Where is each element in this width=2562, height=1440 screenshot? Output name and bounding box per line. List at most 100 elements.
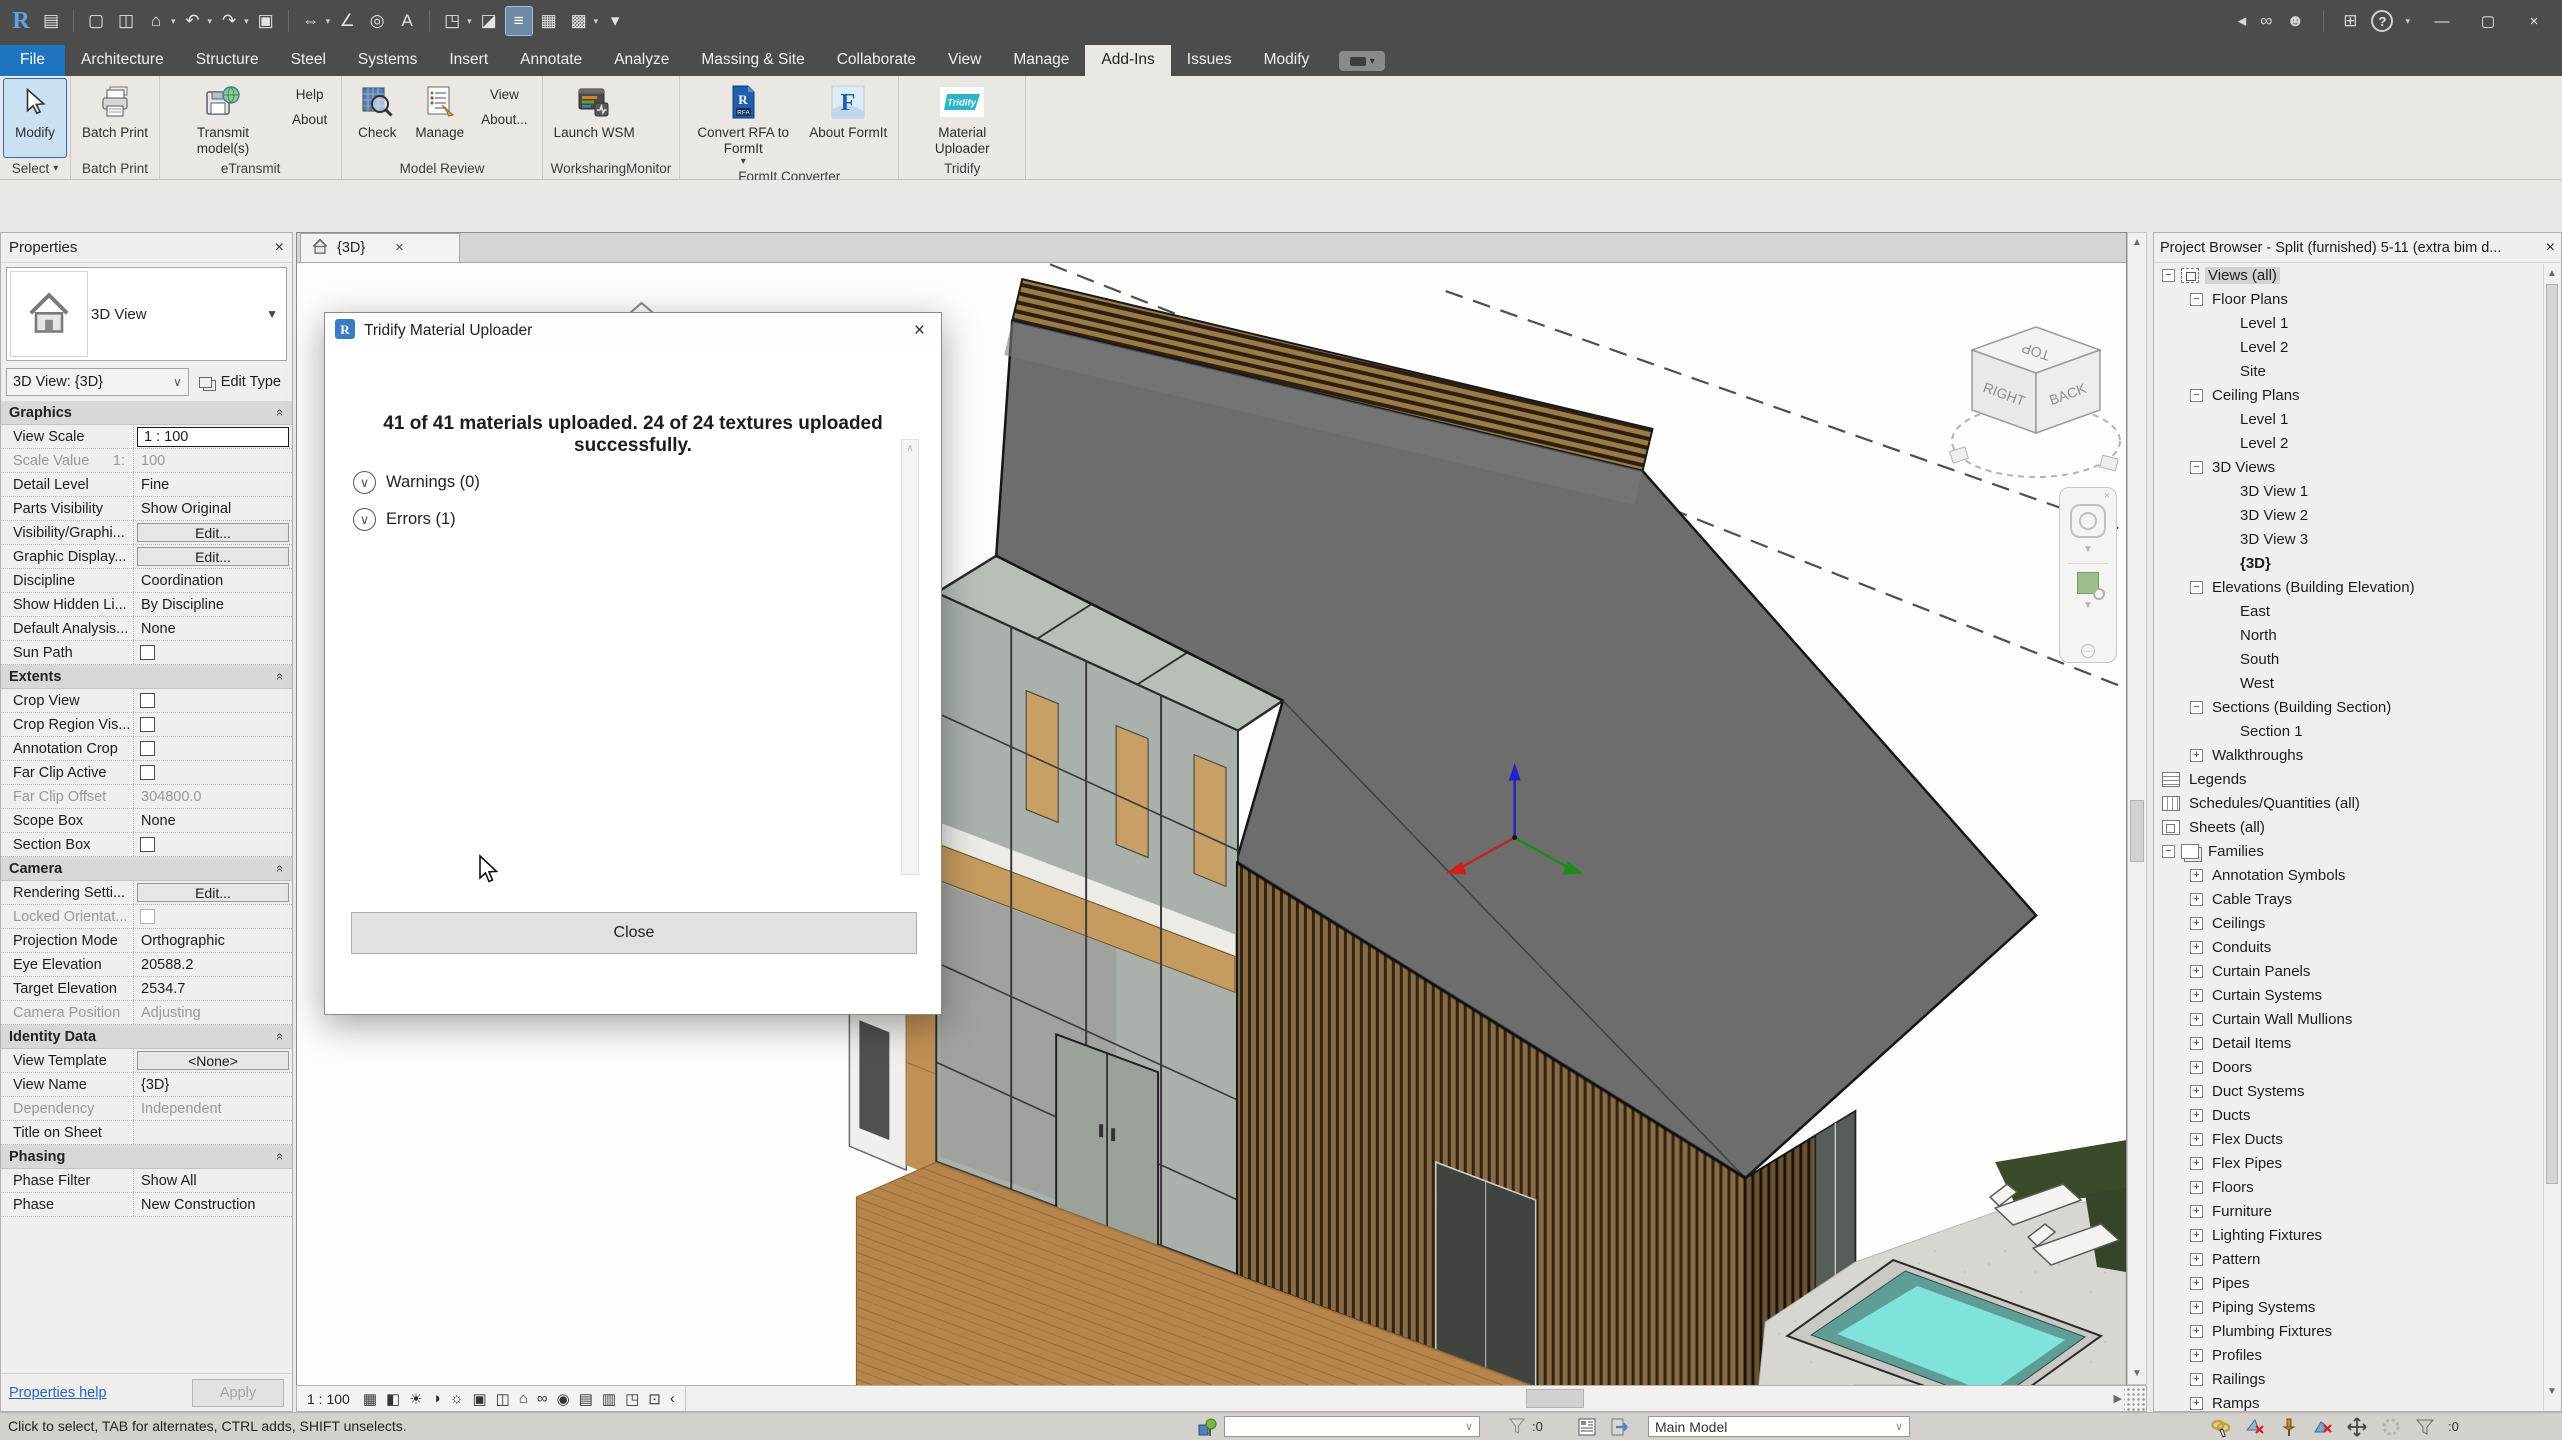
tree-item-curtain-panels[interactable]: +Curtain Panels	[2154, 959, 2561, 983]
aligned-dimension-icon[interactable]: ∠	[334, 7, 360, 35]
scroll-right-icon[interactable]: ▶	[2114, 1386, 2122, 1411]
modify-button[interactable]: Modify	[4, 79, 66, 157]
graphic-display-edit-button[interactable]: Edit...	[137, 547, 289, 566]
collapse-icon[interactable]: −	[2190, 581, 2203, 594]
drag-elements-on-selection-icon[interactable]	[2346, 1416, 2368, 1438]
ribbon-panel-label[interactable]: Select▾	[0, 157, 70, 179]
close-window[interactable]: ×	[2512, 6, 2556, 36]
about-formit-button[interactable]: FAbout FormIt	[802, 79, 894, 169]
collapse-icon[interactable]: −	[2190, 701, 2203, 714]
shadows-icon[interactable]: ◑	[432, 1390, 441, 1407]
select-pinned-elements-icon[interactable]	[2278, 1416, 2300, 1438]
tab-modify[interactable]: Modify	[1248, 45, 1326, 76]
sun-path-icon[interactable]: ☀	[409, 1390, 422, 1408]
about-button[interactable]: About...	[477, 110, 532, 129]
expand-icon[interactable]: +	[2190, 1061, 2203, 1074]
checkbox[interactable]	[140, 717, 155, 732]
editable-only-filter-icon[interactable]	[1506, 1416, 1528, 1438]
expand-icon[interactable]: +	[2190, 1325, 2203, 1338]
expand-icon[interactable]: +	[2190, 869, 2203, 882]
viewcube[interactable]: TOP RIGHT BACK	[1943, 311, 2126, 487]
ribbon-panel-label[interactable]: WorksharingMonitor	[543, 157, 680, 179]
expand-icon[interactable]: +	[2190, 989, 2203, 1002]
highlight-displacement-sets-icon[interactable]: ◳	[625, 1390, 639, 1408]
ribbon-panel-label[interactable]: Batch Print	[71, 157, 159, 179]
manage-button[interactable]: Manage	[408, 79, 471, 157]
check-button[interactable]: Check	[346, 79, 408, 157]
tree-item-duct-systems[interactable]: +Duct Systems	[2154, 1079, 2561, 1103]
view-button[interactable]: View	[477, 85, 532, 104]
collapse-icon[interactable]: «	[273, 673, 288, 680]
tab-architecture[interactable]: Architecture	[65, 45, 180, 76]
property-value-text[interactable]: Show Original	[137, 501, 231, 517]
tree-item-level-2[interactable]: Level 2	[2154, 431, 2561, 455]
close-icon[interactable]: ×	[395, 240, 403, 256]
help-icon[interactable]: ?	[2371, 10, 2393, 32]
collapse-icon[interactable]: «	[273, 865, 288, 872]
view-scale-control[interactable]: 1 : 100	[307, 1391, 350, 1407]
material-uploader-button[interactable]: TridifyMaterial Uploader	[903, 79, 1021, 158]
tree-item-curtain-wall-mullions[interactable]: +Curtain Wall Mullions	[2154, 1007, 2561, 1031]
close-button[interactable]: Close	[351, 912, 917, 954]
warnings-expander[interactable]: ∨ Warnings (0)	[353, 471, 941, 494]
tree-item-furniture[interactable]: +Furniture	[2154, 1199, 2561, 1223]
switch-windows-icon[interactable]: ▩	[566, 7, 592, 35]
collapse-icon[interactable]: −	[2190, 293, 2203, 306]
property-group-identity-data[interactable]: Identity Data«	[1, 1025, 292, 1049]
scroll-up-icon[interactable]: ▲	[2544, 264, 2560, 282]
background-processes-icon[interactable]	[2380, 1416, 2402, 1438]
tab-issues[interactable]: Issues	[1171, 45, 1248, 76]
tab-analyze[interactable]: Analyze	[598, 45, 685, 76]
text-note-icon[interactable]: A	[394, 7, 420, 35]
convert-rfa-button[interactable]: RRFAConvert RFA to FormIt▾	[684, 79, 802, 169]
tab-massing-site[interactable]: Massing & Site	[685, 45, 820, 76]
tree-item-cable-trays[interactable]: +Cable Trays	[2154, 887, 2561, 911]
tree-item-3d-views[interactable]: −3D Views	[2154, 455, 2561, 479]
property-value-text[interactable]: New Construction	[137, 1197, 255, 1213]
thin-lines-icon[interactable]: ≡	[506, 7, 532, 35]
expand-icon[interactable]: +	[2190, 1277, 2203, 1290]
tree-item-pipes[interactable]: +Pipes	[2154, 1271, 2561, 1295]
tree-item-site[interactable]: Site	[2154, 359, 2561, 383]
tab-add-ins[interactable]: Add-Ins	[1085, 45, 1170, 76]
tab-systems[interactable]: Systems	[342, 45, 433, 76]
collapse-icon[interactable]: −	[2190, 389, 2203, 402]
navigation-bar[interactable]: × ▼ ▼ −	[2059, 487, 2117, 663]
temporary-view-properties-icon[interactable]: ▤	[579, 1390, 593, 1408]
measure-icon[interactable]: ⇔	[298, 7, 324, 35]
tree-item-families[interactable]: −Families	[2154, 839, 2561, 863]
expand-icon[interactable]: +	[2190, 893, 2203, 906]
chevron-down-icon[interactable]: ▾	[741, 156, 746, 167]
sun-settings-icon[interactable]: ☼	[450, 1390, 464, 1407]
selection-filter-icon[interactable]	[2414, 1416, 2436, 1438]
tree-item-railings[interactable]: +Railings	[2154, 1367, 2561, 1391]
tree-item-profiles[interactable]: +Profiles	[2154, 1343, 2561, 1367]
tree-item-level-2[interactable]: Level 2	[2154, 335, 2561, 359]
transmit-models-button[interactable]: Transmit model(s)	[164, 79, 282, 158]
chevron-down-icon[interactable]: ▾	[2405, 16, 2410, 27]
checkbox[interactable]	[140, 645, 155, 660]
tab-structure[interactable]: Structure	[180, 45, 275, 76]
batch-print-button[interactable]: Batch Print	[75, 79, 155, 157]
tab-file[interactable]: File	[0, 45, 65, 76]
tree-item-piping-systems[interactable]: +Piping Systems	[2154, 1295, 2561, 1319]
tree-item-lighting-fixtures[interactable]: +Lighting Fixtures	[2154, 1223, 2561, 1247]
save-file-icon[interactable]: ◫	[113, 7, 139, 35]
collapse-view-control-bar-icon[interactable]: ‹	[670, 1390, 675, 1407]
property-value-text[interactable]: None	[137, 813, 176, 829]
type-selector[interactable]: 3D View ▼	[6, 267, 287, 361]
property-value-text[interactable]: Independent	[137, 1101, 222, 1117]
chevron-down-icon[interactable]: ▾	[208, 16, 213, 27]
chevron-down-icon[interactable]: ▾	[171, 16, 176, 27]
properties-window-icon[interactable]: ▤	[38, 7, 64, 35]
browser-scrollbar[interactable]: ▲ ▼	[2543, 264, 2560, 1411]
tree-item-flex-pipes[interactable]: +Flex Pipes	[2154, 1151, 2561, 1175]
collapse-infocenter-icon[interactable]: ◂	[2238, 11, 2247, 31]
active-workset-dropdown[interactable]: ∨	[1224, 1416, 1480, 1437]
checkbox[interactable]	[140, 765, 155, 780]
visibility-graphi-edit-button[interactable]: Edit...	[137, 523, 289, 542]
errors-expander[interactable]: ∨ Errors (1)	[353, 508, 941, 531]
tab-manage[interactable]: Manage	[997, 45, 1085, 76]
chevron-down-icon[interactable]: ▼	[2083, 544, 2093, 555]
customize-quick-access-icon[interactable]: ▾	[602, 7, 628, 35]
